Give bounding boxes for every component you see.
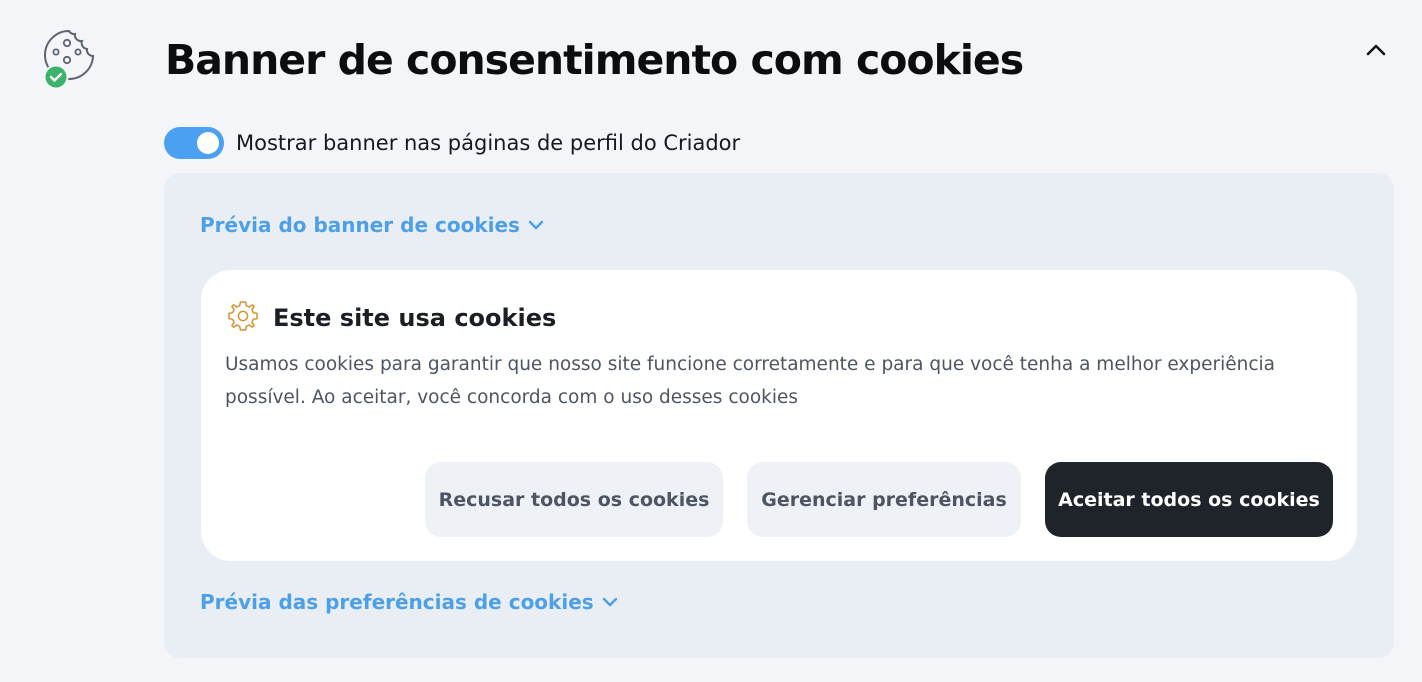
gear-icon bbox=[225, 298, 261, 338]
banner-preview-link[interactable]: Prévia do banner de cookies bbox=[200, 213, 544, 237]
toggle-knob bbox=[197, 132, 219, 154]
preview-panel: Prévia do banner de cookies Este site us… bbox=[164, 173, 1394, 658]
cookie-banner-preview: Este site usa cookies Usamos cookies par… bbox=[201, 270, 1357, 561]
show-banner-toggle[interactable] bbox=[164, 127, 224, 159]
preferences-preview-label: Prévia das preferências de cookies bbox=[200, 590, 594, 614]
collapse-button[interactable] bbox=[1362, 36, 1390, 64]
banner-header: Este site usa cookies bbox=[225, 298, 556, 338]
page-title: Banner de consentimento com cookies bbox=[165, 36, 1024, 84]
reject-all-cookies-button[interactable]: Recusar todos os cookies bbox=[425, 462, 723, 537]
show-banner-setting: Mostrar banner nas páginas de perfil do … bbox=[164, 127, 740, 159]
accept-all-cookies-button[interactable]: Aceitar todos os cookies bbox=[1045, 462, 1333, 537]
banner-title: Este site usa cookies bbox=[273, 304, 557, 332]
preferences-preview-link[interactable]: Prévia das preferências de cookies bbox=[200, 590, 618, 614]
manage-preferences-button[interactable]: Gerenciar preferências bbox=[747, 462, 1021, 537]
chevron-down-icon bbox=[528, 220, 544, 230]
banner-description: Usamos cookies para garantir que nosso s… bbox=[225, 354, 1276, 408]
cookie-check-icon bbox=[42, 28, 96, 90]
banner-preview-label: Prévia do banner de cookies bbox=[200, 213, 520, 237]
show-banner-label: Mostrar banner nas páginas de perfil do … bbox=[236, 131, 741, 155]
chevron-down-icon bbox=[602, 597, 618, 607]
chevron-up-icon bbox=[1366, 44, 1386, 56]
